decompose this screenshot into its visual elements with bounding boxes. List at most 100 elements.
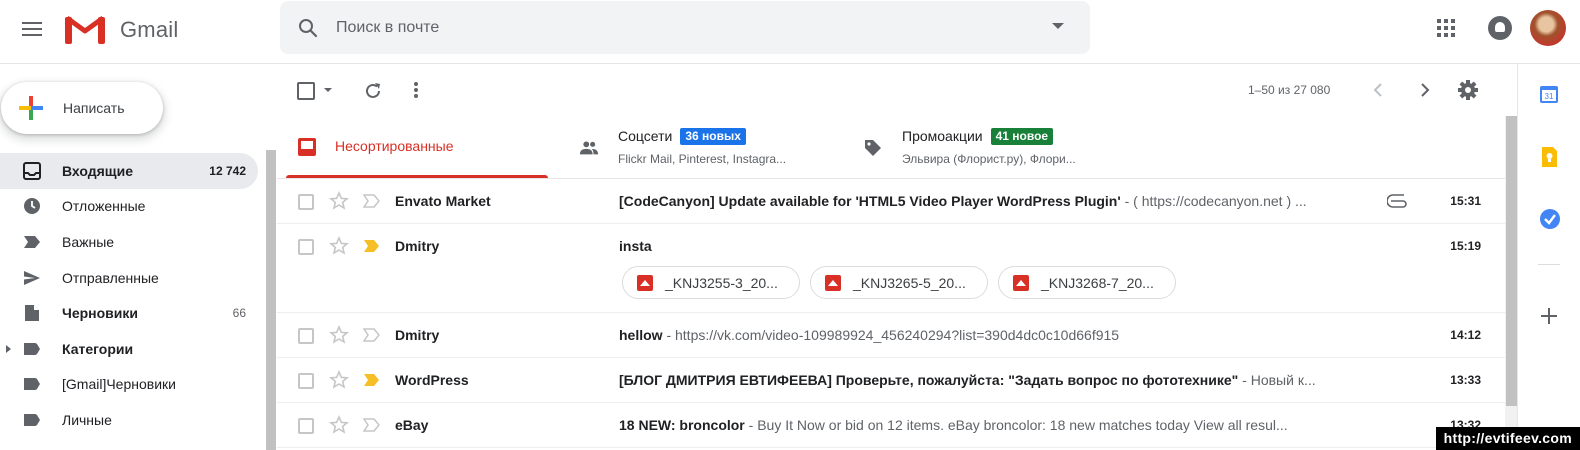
row-checkbox[interactable]: [298, 239, 314, 255]
expand-arrow-icon[interactable]: [6, 344, 11, 353]
email-list: Envato Market [CodeCanyon] Update availa…: [277, 179, 1505, 448]
newer-chevron-right-icon[interactable]: [1414, 80, 1434, 100]
important-marker-icon[interactable]: [362, 417, 382, 433]
sidebar-item-label: [Gmail]Черновики: [62, 376, 176, 393]
main-menu-icon[interactable]: [20, 18, 44, 42]
mail-list-panel: 1–50 из 27 080 Несортированные Соцсети 36…: [277, 64, 1518, 450]
sidebar-item-sent[interactable]: Отправленные: [0, 260, 258, 296]
star-icon[interactable]: [329, 236, 349, 256]
gear-icon[interactable]: [1456, 78, 1480, 102]
attachment-chip[interactable]: _KNJ3265-5_20...: [810, 266, 988, 299]
tab-label: Соцсети: [618, 128, 673, 144]
star-icon[interactable]: [329, 370, 349, 390]
unread-count: 12 742: [209, 163, 246, 178]
email-preview: [БЛОГ ДМИТРИЯ ЕВТИФЕЕВА] Проверьте, пожа…: [619, 372, 1389, 388]
google-apps-icon[interactable]: [1434, 16, 1458, 40]
sidebar-item-important[interactable]: Важные: [0, 224, 258, 260]
sidebar-item-inbox[interactable]: Входящие 12 742: [0, 153, 258, 189]
toolbar: 1–50 из 27 080: [277, 64, 1505, 116]
important-marker-icon[interactable]: [362, 238, 382, 254]
important-marker-icon[interactable]: [362, 372, 382, 388]
star-icon[interactable]: [329, 191, 349, 211]
email-sender: eBay: [395, 417, 429, 433]
sidebar-item-label: Черновики: [62, 305, 139, 322]
clock-icon: [22, 196, 42, 216]
pagination-range: 1–50 из 27 080: [1248, 83, 1331, 97]
scrollbar-thumb[interactable]: [1506, 116, 1517, 406]
attachment-paperclip-icon: [1387, 194, 1407, 208]
new-count-badge: 41 новое: [990, 128, 1054, 145]
email-time: 15:31: [1450, 194, 1481, 208]
new-count-badge: 36 новых: [680, 128, 746, 145]
label-icon: [22, 339, 42, 359]
tab-label: Промоакции: [902, 128, 983, 144]
sidebar-item-label: Личные: [62, 411, 112, 428]
email-row[interactable]: Envato Market [CodeCanyon] Update availa…: [277, 179, 1505, 224]
search-icon[interactable]: [296, 16, 320, 40]
search-bar[interactable]: [280, 1, 1090, 54]
attachment-chip[interactable]: _KNJ3255-3_20...: [622, 266, 800, 299]
keep-icon[interactable]: [1541, 146, 1558, 168]
attachment-chips: _KNJ3255-3_20... _KNJ3265-5_20... _KNJ32…: [622, 266, 1186, 299]
row-checkbox[interactable]: [298, 418, 314, 434]
sidebar-item-categories[interactable]: Категории: [0, 331, 258, 367]
compose-button[interactable]: Написать: [1, 82, 163, 134]
email-subject: insta: [619, 238, 652, 254]
row-checkbox[interactable]: [298, 194, 314, 210]
email-snippet: - ( https://codecanyon.net ) ...: [1120, 193, 1307, 209]
email-snippet: - Buy It Now or bid on 12 items. eBay br…: [744, 417, 1288, 433]
sidebar-item-gmail-drafts[interactable]: [Gmail]Черновики: [0, 367, 258, 403]
email-row[interactable]: eBay 18 NEW: broncolor - Buy It Now or b…: [277, 403, 1505, 448]
important-icon: [22, 232, 42, 252]
avatar[interactable]: [1530, 10, 1566, 46]
notifications-bell-icon[interactable]: [1488, 16, 1512, 40]
gmail-logo[interactable]: Gmail: [64, 12, 178, 48]
category-tabs: Несортированные Соцсети 36 новых Flickr M…: [277, 116, 1505, 179]
sidebar-item-label: Отправленные: [62, 269, 159, 286]
image-file-icon: [637, 274, 653, 291]
star-icon[interactable]: [329, 325, 349, 345]
select-options-chevron-down-icon[interactable]: [324, 88, 332, 92]
sidebar-item-snoozed[interactable]: Отложенные: [0, 189, 258, 225]
sidebar-scrollbar[interactable]: [266, 150, 276, 450]
older-chevron-left-icon[interactable]: [1369, 80, 1389, 100]
active-tab-indicator: [286, 175, 548, 178]
select-all-checkbox[interactable]: [297, 82, 315, 100]
email-row[interactable]: Dmitry insta 15:19 _KNJ3255-3_20... _KNJ…: [277, 224, 1505, 313]
calendar-icon[interactable]: 31: [1539, 84, 1559, 104]
people-icon: [579, 141, 599, 155]
email-row[interactable]: Dmitry hellow - https://vk.com/video-109…: [277, 313, 1505, 358]
sidebar-item-label: Отложенные: [62, 198, 146, 215]
tab-promotions[interactable]: Промоакции 41 новое Эльвира (Флорист.ру),…: [857, 116, 1119, 178]
app-name: Gmail: [120, 17, 179, 42]
attachment-chip[interactable]: _KNJ3268-7_20...: [998, 266, 1176, 299]
email-row[interactable]: WordPress [БЛОГ ДМИТРИЯ ЕВТИФЕЕВА] Прове…: [277, 358, 1505, 403]
email-preview: hellow - https://vk.com/video-109989924_…: [619, 327, 1389, 343]
important-marker-icon[interactable]: [362, 193, 382, 209]
sidebar-item-drafts[interactable]: Черновики 66: [0, 295, 258, 331]
folder-list: Входящие 12 742 Отложенные Важные Отправ…: [0, 153, 258, 438]
important-marker-icon[interactable]: [362, 327, 382, 343]
get-addons-plus-icon[interactable]: [1541, 308, 1557, 324]
tab-primary[interactable]: Несортированные: [286, 116, 548, 178]
tasks-icon[interactable]: [1539, 208, 1561, 230]
row-checkbox[interactable]: [298, 328, 314, 344]
email-preview: [CodeCanyon] Update available for 'HTML5…: [619, 193, 1389, 209]
email-snippet: - Новый к...: [1238, 372, 1316, 388]
row-checkbox[interactable]: [298, 373, 314, 389]
search-input[interactable]: [336, 18, 1016, 37]
star-icon[interactable]: [329, 415, 349, 435]
email-time: 13:33: [1450, 373, 1481, 387]
sidebar-item-personal[interactable]: Личные: [0, 402, 258, 438]
gmail-m-icon: [65, 15, 105, 44]
more-options-icon[interactable]: [414, 80, 418, 100]
tab-label-row: Соцсети 36 новых: [618, 128, 746, 145]
tab-social[interactable]: Соцсети 36 новых Flickr Mail, Pinterest, …: [573, 116, 835, 178]
tab-label-row: Промоакции 41 новое: [902, 128, 1054, 145]
email-sender: Dmitry: [395, 327, 440, 343]
svg-text:31: 31: [1545, 92, 1554, 101]
search-options-chevron-down-icon[interactable]: [1052, 23, 1064, 29]
email-sender: Envato Market: [395, 193, 491, 209]
tab-senders-preview: Flickr Mail, Pinterest, Instagra...: [618, 152, 787, 166]
refresh-icon[interactable]: [361, 79, 385, 103]
